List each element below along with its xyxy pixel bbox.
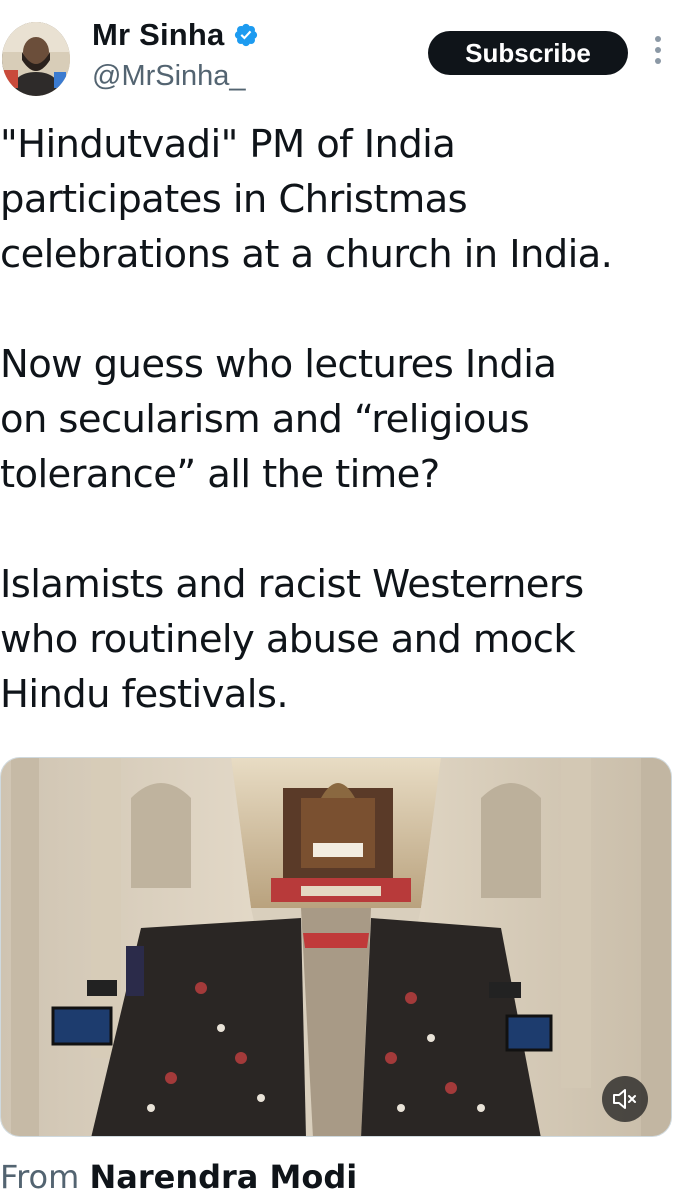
church-interior-image xyxy=(1,758,671,1136)
tweet-video[interactable] xyxy=(0,757,672,1137)
video-source-attribution: From Narendra Modi xyxy=(0,1158,357,1196)
subscribe-button[interactable]: Subscribe xyxy=(428,31,628,75)
author-avatar[interactable] xyxy=(2,22,70,96)
author-handle[interactable]: @MrSinha_ xyxy=(92,60,246,93)
tweet-text: "Hindutvadi" PM of India participates in… xyxy=(0,122,613,717)
source-name-link[interactable]: Narendra Modi xyxy=(89,1158,357,1196)
volume-muted-icon[interactable] xyxy=(602,1076,648,1122)
more-vertical-icon[interactable] xyxy=(650,36,666,70)
verified-badge-icon xyxy=(234,23,257,47)
author-name-row[interactable]: Mr Sinha xyxy=(92,17,259,53)
source-from-label: From xyxy=(0,1158,80,1196)
author-display-name[interactable]: Mr Sinha xyxy=(92,17,225,53)
